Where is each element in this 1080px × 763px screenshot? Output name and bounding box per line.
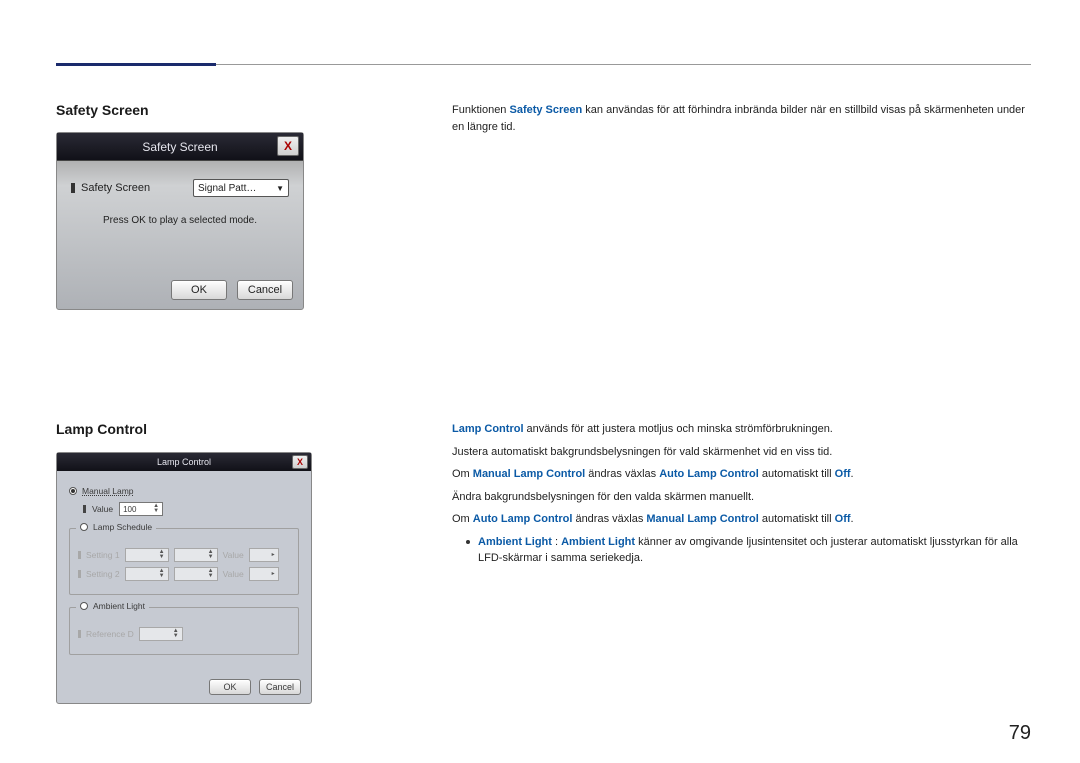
close-icon: X bbox=[297, 457, 303, 467]
radio-off-icon bbox=[80, 602, 88, 610]
text: Om bbox=[452, 468, 473, 480]
signal-pattern-dropdown[interactable]: Signal Patt… ▼ bbox=[193, 179, 289, 197]
term-manual-lamp-control: Manual Lamp Control bbox=[646, 513, 758, 525]
lamp-schedule-fieldset: Lamp Schedule Setting 1 ▲▼ ▲▼ Value ▸ Se… bbox=[69, 528, 299, 595]
manual-lamp-label: Manual Lamp bbox=[82, 486, 134, 496]
header-accent-bar bbox=[56, 63, 216, 66]
ok-button[interactable]: OK bbox=[209, 679, 251, 695]
safety-screen-row: Safety Screen Signal Patt… ▼ bbox=[71, 179, 289, 197]
schedule-setting1-row: Setting 1 ▲▼ ▲▼ Value ▸ bbox=[78, 548, 290, 562]
term-auto-lamp-control: Auto Lamp Control bbox=[473, 513, 573, 525]
setting2-hour-spinner: ▲▼ bbox=[125, 567, 169, 581]
value-label: Value bbox=[92, 504, 113, 514]
setting1-value-spinner: ▸ bbox=[249, 548, 279, 562]
bullet-icon bbox=[78, 570, 81, 578]
text: automatiskt till bbox=[759, 468, 835, 480]
setting2-min-spinner: ▲▼ bbox=[174, 567, 218, 581]
term-manual-lamp-control: Manual Lamp Control bbox=[473, 468, 585, 480]
term-safety-screen: Safety Screen bbox=[509, 104, 582, 116]
dropdown-value: Signal Patt… bbox=[198, 183, 256, 194]
ok-button[interactable]: OK bbox=[171, 280, 227, 300]
close-button[interactable]: X bbox=[277, 136, 299, 156]
spinner-value: 100 bbox=[123, 505, 136, 514]
dialog-body: Manual Lamp Value 100 ▲▼ Lamp Schedule S… bbox=[57, 471, 311, 665]
dialog-button-bar: OK Cancel bbox=[171, 280, 293, 300]
radio-off-icon bbox=[80, 523, 88, 531]
manual-lamp-value-row: Value 100 ▲▼ bbox=[83, 502, 299, 516]
dialog-titlebar: Safety Screen X bbox=[57, 133, 303, 161]
dialog-button-bar: OK Cancel bbox=[209, 679, 301, 695]
bullet-icon bbox=[83, 505, 86, 513]
lamp-schedule-label: Lamp Schedule bbox=[93, 522, 152, 532]
bullet-icon bbox=[71, 183, 75, 193]
setting1-label: Setting 1 bbox=[86, 550, 120, 560]
dialog-title: Safety Screen bbox=[142, 140, 217, 154]
bullet-icon bbox=[466, 540, 470, 544]
setting2-label: Setting 2 bbox=[86, 569, 120, 579]
safety-screen-dialog: Safety Screen X Safety Screen Signal Pat… bbox=[56, 132, 304, 310]
page-number: 79 bbox=[1009, 722, 1031, 745]
text: Justera automatiskt bakgrundsbelysningen… bbox=[452, 444, 1031, 461]
reference-spinner: ▲▼ bbox=[139, 627, 183, 641]
setting1-min-spinner: ▲▼ bbox=[174, 548, 218, 562]
dialog-body: Safety Screen Signal Patt… ▼ Press OK to… bbox=[57, 161, 303, 258]
safety-screen-heading: Safety Screen bbox=[56, 102, 149, 118]
safety-screen-description: Funktionen Safety Screen kan användas fö… bbox=[452, 102, 1031, 135]
value-label: Value bbox=[223, 550, 244, 560]
text: ändras växlas bbox=[572, 513, 646, 525]
term-auto-lamp-control: Auto Lamp Control bbox=[659, 468, 759, 480]
cancel-button[interactable]: Cancel bbox=[237, 280, 293, 300]
manual-lamp-value-spinner[interactable]: 100 ▲▼ bbox=[119, 502, 163, 516]
reference-label: Reference D bbox=[86, 629, 134, 639]
ambient-light-fieldset: Ambient Light Reference D ▲▼ bbox=[69, 607, 299, 655]
schedule-setting2-row: Setting 2 ▲▼ ▲▼ Value ▸ bbox=[78, 567, 290, 581]
bullet-icon bbox=[78, 630, 81, 638]
dialog-titlebar: Lamp Control X bbox=[57, 453, 311, 471]
ambient-light-radio-row[interactable]: Ambient Light bbox=[76, 601, 149, 611]
chevron-down-icon: ▼ bbox=[276, 184, 284, 193]
text: Ändra bakgrundsbelysningen för den valda… bbox=[452, 489, 1031, 506]
dialog-title: Lamp Control bbox=[157, 457, 211, 467]
text: . bbox=[851, 468, 854, 480]
radio-on-icon bbox=[69, 487, 77, 495]
term-lamp-control: Lamp Control bbox=[452, 423, 524, 435]
text: används för att justera motljus och mins… bbox=[524, 423, 833, 435]
bullet-icon bbox=[78, 551, 81, 559]
header-divider bbox=[216, 64, 1031, 65]
lamp-schedule-radio-row[interactable]: Lamp Schedule bbox=[76, 522, 156, 532]
text: Om bbox=[452, 513, 473, 525]
text: automatiskt till bbox=[759, 513, 835, 525]
lamp-control-heading: Lamp Control bbox=[56, 421, 147, 437]
lamp-control-description: Lamp Control används för att justera mot… bbox=[452, 421, 1031, 567]
value-label: Value bbox=[223, 569, 244, 579]
setting1-hour-spinner: ▲▼ bbox=[125, 548, 169, 562]
text: : bbox=[552, 536, 561, 548]
reference-row: Reference D ▲▼ bbox=[78, 627, 290, 641]
term-off: Off bbox=[835, 513, 851, 525]
cancel-button[interactable]: Cancel bbox=[259, 679, 301, 695]
close-button[interactable]: X bbox=[292, 455, 308, 469]
ambient-light-label: Ambient Light bbox=[93, 601, 145, 611]
text: ändras växlas bbox=[585, 468, 659, 480]
spinner-arrows-icon: ▲▼ bbox=[153, 504, 159, 514]
term-off: Off bbox=[835, 468, 851, 480]
term-ambient-light: Ambient Light bbox=[478, 536, 552, 548]
close-icon: X bbox=[284, 139, 292, 153]
text: Funktionen bbox=[452, 104, 509, 116]
term-ambient-light: Ambient Light bbox=[561, 536, 635, 548]
manual-lamp-radio-row[interactable]: Manual Lamp bbox=[69, 486, 299, 496]
text: . bbox=[851, 513, 854, 525]
field-label: Safety Screen bbox=[81, 182, 150, 194]
dialog-message: Press OK to play a selected mode. bbox=[71, 215, 289, 226]
lamp-control-dialog: Lamp Control X Manual Lamp Value 100 ▲▼ … bbox=[56, 452, 312, 704]
setting2-value-spinner: ▸ bbox=[249, 567, 279, 581]
